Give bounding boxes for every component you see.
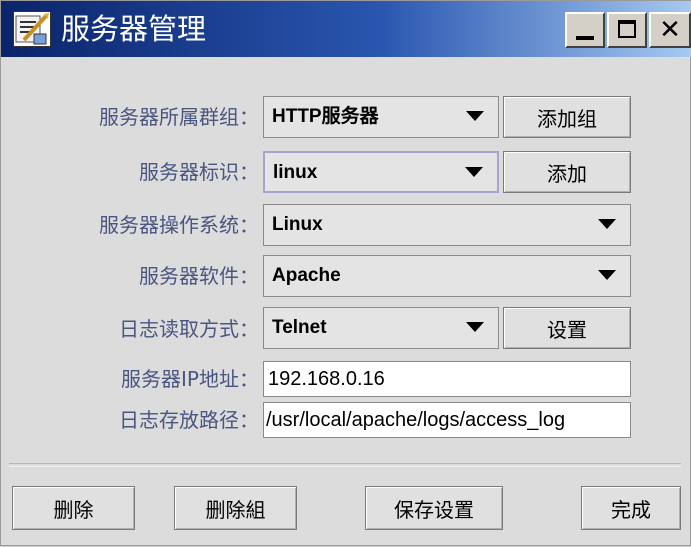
close-icon: ✕ [659,15,681,45]
server-ip-label: 服务器IP地址： [121,367,259,391]
chevron-down-icon [598,270,616,280]
add-group-button[interactable]: 添加组 [503,96,631,138]
done-button[interactable]: 完成 [581,486,681,530]
server-management-window: 服务器管理 ✕ 服务器所属群组： 服务器标识： 服务器操作系统： 服务器软件： … [0,0,691,546]
server-ip-field[interactable]: 192.168.0.16 [263,361,631,397]
server-os-value: Linux [272,214,323,235]
settings-button[interactable]: 设置 [503,307,631,349]
log-read-method-select[interactable]: Telnet [263,307,499,349]
log-path-field[interactable]: /usr/local/apache/logs/access_log [263,402,631,438]
delete-button[interactable]: 删除 [12,486,135,530]
server-id-label: 服务器标识： [139,160,259,184]
minimize-icon [576,36,594,40]
log-read-method-value: Telnet [272,317,327,338]
server-id-select[interactable]: linux [263,151,499,193]
separator [9,463,681,467]
server-id-value: linux [273,162,318,183]
minimize-button[interactable] [565,12,605,48]
server-group-value: HTTP服务器 [272,106,379,127]
chevron-down-icon [465,167,483,177]
chevron-down-icon [466,111,484,121]
chevron-down-icon [598,219,616,229]
server-os-label: 服务器操作系统： [99,213,259,237]
server-os-select[interactable]: Linux [263,204,631,246]
log-read-method-label: 日志读取方式： [119,317,259,341]
server-software-label: 服务器软件： [139,264,259,288]
log-path-label: 日志存放路径： [119,408,259,432]
delete-group-button[interactable]: 删除組 [174,486,297,530]
server-software-value: Apache [272,265,341,286]
chevron-down-icon [466,322,484,332]
maximize-icon [618,20,636,38]
server-group-select[interactable]: HTTP服务器 [263,96,499,138]
server-group-label: 服务器所属群组： [99,105,259,129]
save-settings-button[interactable]: 保存设置 [365,486,503,530]
close-button[interactable]: ✕ [649,12,691,48]
maximize-button[interactable] [607,12,647,48]
server-software-select[interactable]: Apache [263,255,631,297]
add-button[interactable]: 添加 [503,151,631,193]
